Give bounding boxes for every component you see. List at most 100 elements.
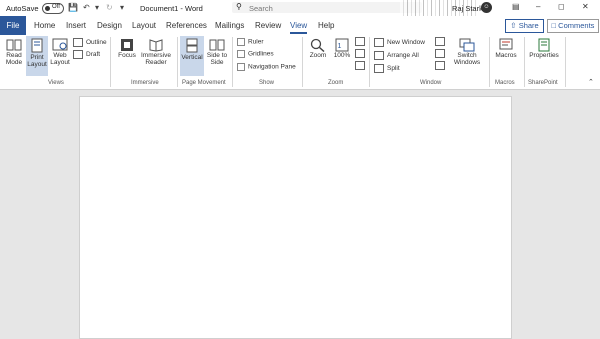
maximize-icon[interactable]: ◻ xyxy=(558,2,565,11)
vertical-icon xyxy=(186,38,198,53)
properties-icon xyxy=(538,38,550,52)
navigation-pane-checkbox-box xyxy=(237,63,245,71)
tab-review[interactable]: Review xyxy=(255,21,281,30)
comment-icon: □ xyxy=(551,21,557,30)
group-separator xyxy=(565,37,566,87)
zoom-button[interactable]: Zoom xyxy=(306,38,330,59)
outline-icon xyxy=(73,38,83,47)
group-separator xyxy=(524,37,525,87)
switch-windows-button[interactable]: Switch Windows xyxy=(450,38,484,66)
tab-design[interactable]: Design xyxy=(97,21,122,30)
tab-view[interactable]: View xyxy=(290,21,308,34)
arrange-all-label: Arrange All xyxy=(387,52,419,60)
avatar[interactable]: ☺ xyxy=(481,2,492,13)
side-to-side-button[interactable]: Side to Side xyxy=(205,38,229,66)
print-layout-icon xyxy=(31,38,43,53)
share-icon: ⇧ xyxy=(510,21,517,30)
macros-icon xyxy=(499,38,513,50)
navigation-pane-label: Navigation Pane xyxy=(248,63,296,71)
ribbon-display-options-icon[interactable]: ▤ xyxy=(512,2,520,11)
gridlines-label: Gridlines xyxy=(248,50,274,58)
macros-group-label: Macros xyxy=(495,80,515,86)
draft-icon xyxy=(73,50,83,59)
group-separator xyxy=(177,37,178,87)
side-to-side-icon xyxy=(209,39,225,51)
ruler-checkbox-box xyxy=(237,38,245,46)
arrange-all-icon xyxy=(374,51,384,60)
tab-mailings[interactable]: Mailings xyxy=(215,21,244,30)
immersive-reader-button[interactable]: Immersive Reader xyxy=(140,38,172,66)
web-layout-icon xyxy=(52,38,68,51)
close-icon[interactable]: ✕ xyxy=(582,2,589,11)
share-label: Share xyxy=(518,21,539,30)
user-name[interactable]: Raj Stark xyxy=(452,4,483,13)
group-separator xyxy=(110,37,111,87)
document-title: Document1 - Word xyxy=(140,4,203,13)
customize-toolbar-icon[interactable]: ▾ xyxy=(120,3,124,12)
synchronous-scrolling-icon[interactable] xyxy=(435,49,448,58)
draft-button[interactable]: Draft xyxy=(73,50,100,59)
comments-label: Comments xyxy=(558,21,595,30)
undo-dropdown-icon[interactable]: ▾ xyxy=(95,3,99,12)
tab-layout[interactable]: Layout xyxy=(132,21,156,30)
autosave-state: Off xyxy=(52,4,60,10)
properties-label: Properties xyxy=(529,52,559,59)
save-icon[interactable]: 💾 xyxy=(68,3,78,12)
zoom-percent-label: 100% xyxy=(333,52,351,59)
draft-label: Draft xyxy=(86,51,101,59)
minimize-icon[interactable]: – xyxy=(536,2,540,11)
search-placeholder: Search xyxy=(249,4,273,13)
tab-file[interactable]: File xyxy=(0,16,26,35)
reset-window-position-icon[interactable] xyxy=(435,61,448,70)
switch-windows-icon xyxy=(459,38,475,52)
zoom-group-label: Zoom xyxy=(328,80,344,86)
new-window-label: New Window xyxy=(387,39,425,47)
split-button[interactable]: Split xyxy=(374,64,400,73)
document-page[interactable] xyxy=(79,96,512,339)
focus-button[interactable]: Focus xyxy=(116,38,138,59)
undo-icon[interactable]: ↶ xyxy=(83,3,90,12)
navigation-pane-checkbox[interactable]: Navigation Pane xyxy=(237,63,296,71)
outline-button[interactable]: Outline xyxy=(73,38,107,47)
tab-help[interactable]: Help xyxy=(318,21,334,30)
page-movement-group-label: Page Movement xyxy=(182,80,226,86)
comments-button[interactable]: □ Comments xyxy=(547,19,599,33)
outline-label: Outline xyxy=(86,39,107,47)
tab-insert[interactable]: Insert xyxy=(66,21,86,30)
vertical-button[interactable]: Vertical xyxy=(180,36,204,76)
tab-home[interactable]: Home xyxy=(34,21,55,30)
zoom-100-icon: 1 xyxy=(335,38,349,52)
new-window-button[interactable]: New Window xyxy=(374,38,425,47)
redo-icon[interactable]: ↻ xyxy=(106,3,113,12)
ruler-checkbox[interactable]: Ruler xyxy=(237,38,264,46)
read-mode-button[interactable]: Read Mode xyxy=(3,38,25,66)
zoom-100-button[interactable]: 1 100% xyxy=(331,38,353,59)
view-side-by-side-icon[interactable] xyxy=(435,37,448,46)
properties-button[interactable]: Properties xyxy=(527,38,561,59)
search-box[interactable]: ⚲ Search xyxy=(232,2,422,13)
arrange-all-button[interactable]: Arrange All xyxy=(374,51,419,60)
page-width-icon[interactable] xyxy=(355,61,368,70)
web-layout-button[interactable]: Web Layout xyxy=(49,38,71,66)
side-to-side-label: Side to Side xyxy=(206,52,228,66)
svg-text:1: 1 xyxy=(338,43,342,50)
web-layout-label: Web Layout xyxy=(50,52,70,66)
ruler-label: Ruler xyxy=(248,38,264,46)
split-label: Split xyxy=(387,65,400,73)
multiple-pages-icon[interactable] xyxy=(355,49,368,58)
autosave-label: AutoSave xyxy=(6,4,39,13)
tab-references[interactable]: References xyxy=(166,21,207,30)
gridlines-checkbox[interactable]: Gridlines xyxy=(237,50,274,58)
zoom-label: Zoom xyxy=(309,52,327,59)
macros-button[interactable]: Macros xyxy=(492,38,520,59)
ribbon: Read Mode Print Layout Web Layout Outlin… xyxy=(0,35,600,90)
share-button[interactable]: ⇧ Share xyxy=(505,19,544,33)
window-group-label: Window xyxy=(420,80,442,86)
print-layout-button[interactable]: Print Layout xyxy=(26,36,48,76)
collapse-ribbon-icon[interactable]: ⌃ xyxy=(588,78,594,86)
sharepoint-group-label: SharePoint xyxy=(528,80,558,86)
read-mode-label: Read Mode xyxy=(5,52,23,66)
new-window-icon xyxy=(374,38,384,47)
one-page-icon[interactable] xyxy=(355,37,368,46)
autosave-toggle[interactable]: Off xyxy=(42,3,64,14)
